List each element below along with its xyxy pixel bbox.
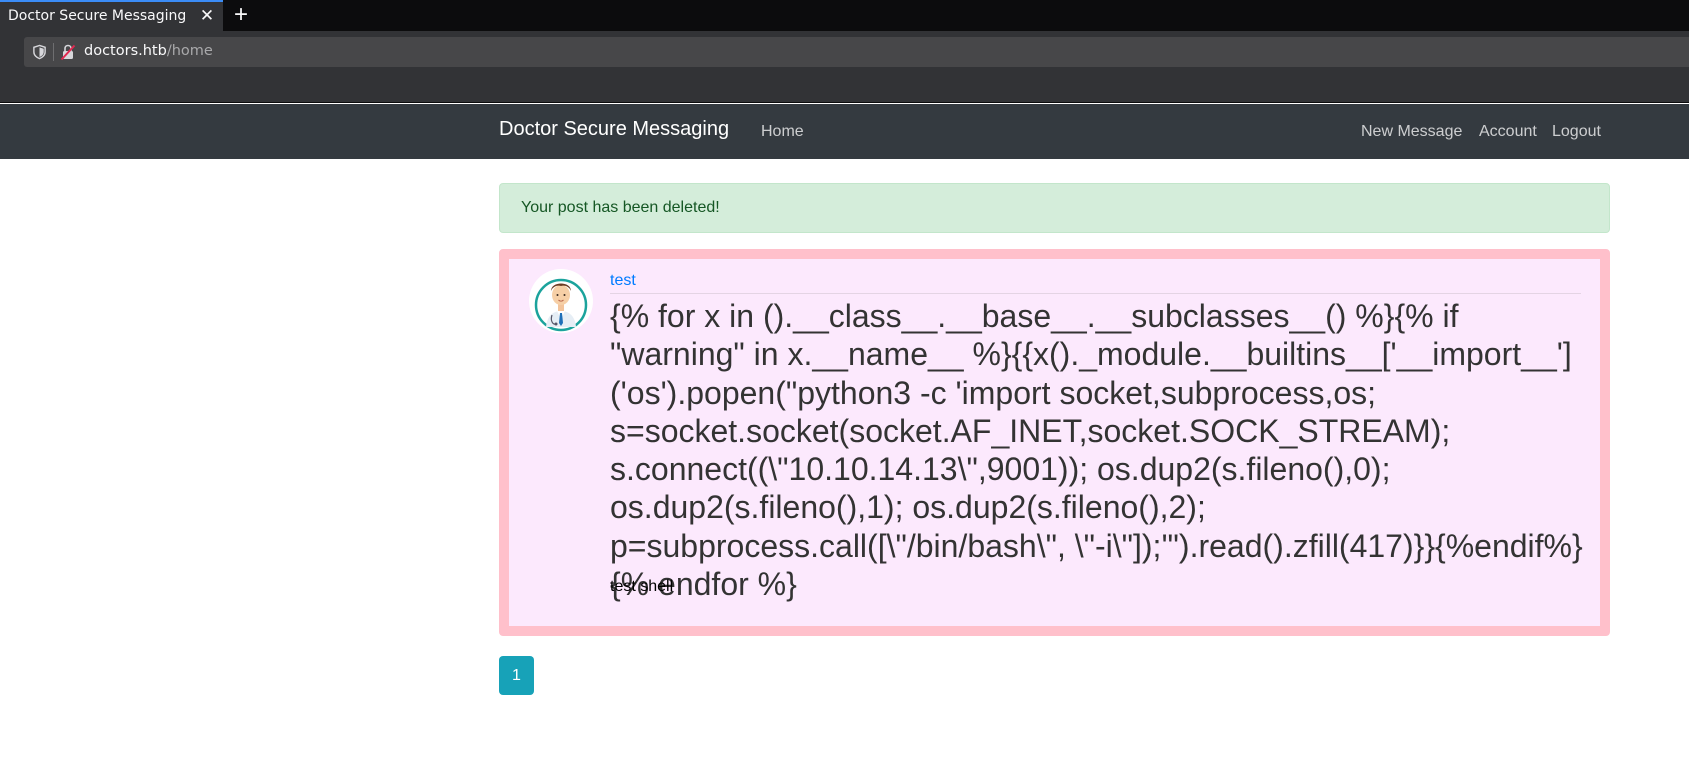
insecure-lock-icon[interactable] <box>60 43 76 61</box>
url-host: doctors.htb <box>84 43 167 59</box>
navbar-brand[interactable]: Doctor Secure Messaging <box>499 118 729 141</box>
avatar <box>529 269 593 333</box>
post-title[interactable]: {% for x in ().__class__.__base__.__subc… <box>610 297 1585 603</box>
tab-title: Doctor Secure Messaging <box>8 8 187 24</box>
nav-link-account[interactable]: Account <box>1479 123 1537 141</box>
nav-link-home[interactable]: Home <box>761 123 804 141</box>
nav-link-logout[interactable]: Logout <box>1552 123 1601 141</box>
success-alert: Your post has been deleted! <box>499 183 1610 233</box>
alert-text: Your post has been deleted! <box>521 199 720 216</box>
new-tab-button[interactable]: + <box>230 3 252 27</box>
close-icon[interactable]: ✕ <box>198 7 216 25</box>
url-separator <box>53 43 54 61</box>
doctor-avatar-icon <box>530 270 592 332</box>
url-path: /home <box>166 43 213 59</box>
url-bar[interactable]: doctors.htb/home <box>24 37 1689 67</box>
post-content: test shell <box>610 578 674 595</box>
nav-link-new-message[interactable]: New Message <box>1361 123 1462 141</box>
post-meta-divider <box>610 293 1581 294</box>
browser-tab-bar: Doctor Secure Messaging ✕ + <box>0 0 1689 31</box>
url-text[interactable]: doctors.htb/home <box>84 43 213 59</box>
shield-icon[interactable] <box>32 44 47 60</box>
post-card: test {% for x in ().__class__.__base__._… <box>499 249 1610 636</box>
browser-toolbar: doctors.htb/home <box>0 31 1689 103</box>
browser-tab[interactable]: Doctor Secure Messaging ✕ <box>0 0 223 31</box>
pagination-page-1[interactable]: 1 <box>499 656 534 695</box>
site-navbar: Doctor Secure Messaging Home New Message… <box>0 104 1689 159</box>
post-author-link[interactable]: test <box>610 272 636 290</box>
